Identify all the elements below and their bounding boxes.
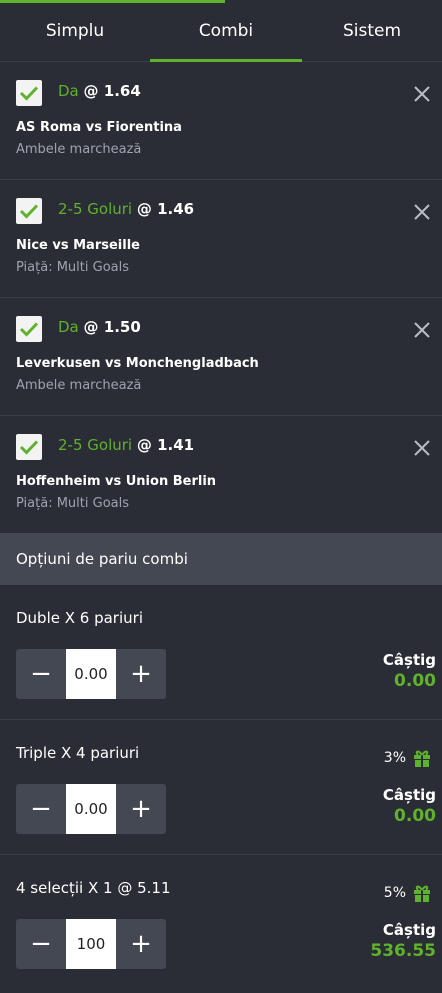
- selection-pick: Da @ 1.64: [58, 82, 141, 100]
- gift-icon: [414, 750, 430, 767]
- selection-checkbox[interactable]: [16, 316, 42, 342]
- bet-type-tabs: Simplu Combi Sistem: [0, 0, 442, 62]
- tab-simplu[interactable]: Simplu: [0, 0, 150, 62]
- payout-value: 0.00: [394, 806, 436, 826]
- selection-item: Da @ 1.50 Leverkusen vs Monchengladbach …: [0, 298, 442, 416]
- bonus-percent: 3%: [383, 750, 406, 766]
- bonus-badge: 3%: [384, 748, 432, 768]
- combo-options-header: Opțiuni de pariu combi: [0, 533, 442, 585]
- market-name: Ambele marchează: [16, 378, 142, 393]
- tab-sistem[interactable]: Sistem: [302, 0, 442, 62]
- selection-pick: Da @ 1.50: [58, 318, 141, 336]
- pick-odds: @ 1.64: [83, 82, 141, 100]
- gift-icon: [414, 885, 430, 902]
- tab-label: Sistem: [342, 21, 402, 41]
- tab-label: Simplu: [45, 21, 105, 41]
- payout-display: Câștig 0.00: [383, 786, 436, 826]
- pick-name: 2-5 Goluri: [58, 436, 133, 454]
- checkmark-icon: [19, 440, 39, 455]
- selection-checkbox[interactable]: [16, 80, 42, 106]
- checkmark-icon: [19, 204, 39, 219]
- stake-stepper: − +: [16, 649, 166, 699]
- bonus-badge: 5%: [384, 883, 432, 903]
- payout-value: 536.55: [370, 941, 436, 961]
- combo-label: Triple X 4 pariuri: [16, 744, 140, 762]
- payout-label: Câștig: [382, 921, 436, 939]
- match-name: AS Roma vs Fiorentina: [16, 120, 182, 135]
- decrease-stake-button[interactable]: −: [16, 784, 66, 834]
- pick-name: Da: [58, 82, 79, 100]
- increase-stake-button[interactable]: +: [116, 649, 166, 699]
- increase-stake-button[interactable]: +: [116, 919, 166, 969]
- checkmark-icon: [19, 322, 39, 337]
- combo-option: Duble X 6 pariuri − + Câștig 0.00: [0, 585, 442, 720]
- market-name: Piață: Multi Goals: [16, 496, 129, 511]
- bonus-percent: 5%: [383, 885, 406, 901]
- match-name: Leverkusen vs Monchengladbach: [16, 356, 259, 371]
- combo-label: 4 selecții X 1 @ 5.11: [16, 879, 171, 897]
- payout-label: Câștig: [382, 786, 436, 804]
- market-name: Piață: Multi Goals: [16, 260, 129, 275]
- match-name: Nice vs Marseille: [16, 238, 140, 253]
- selection-checkbox[interactable]: [16, 434, 42, 460]
- stake-input[interactable]: [66, 649, 116, 699]
- close-icon: [414, 440, 430, 456]
- stake-input[interactable]: [66, 784, 116, 834]
- market-name: Ambele marchează: [16, 142, 142, 157]
- stake-stepper: − +: [16, 784, 166, 834]
- payout-display: Câștig 536.55: [370, 921, 436, 961]
- tab-combi[interactable]: Combi: [150, 0, 302, 62]
- remove-selection-button[interactable]: [408, 198, 436, 226]
- pick-name: Da: [58, 318, 79, 336]
- combo-option: 4 selecții X 1 @ 5.11 5% − + Câștig 536.…: [0, 855, 442, 990]
- pick-odds: @ 1.41: [136, 436, 195, 454]
- remove-selection-button[interactable]: [408, 80, 436, 108]
- match-name: Hoffenheim vs Union Berlin: [16, 474, 217, 489]
- payout-display: Câștig 0.00: [383, 651, 436, 691]
- selection-item: 2-5 Goluri @ 1.46 Nice vs Marseille Piaț…: [0, 180, 442, 298]
- pick-name: 2-5 Goluri: [58, 200, 133, 218]
- payout-label: Câștig: [382, 651, 436, 669]
- close-icon: [414, 204, 430, 220]
- increase-stake-button[interactable]: +: [116, 784, 166, 834]
- remove-selection-button[interactable]: [408, 434, 436, 462]
- selection-pick: 2-5 Goluri @ 1.41: [58, 436, 194, 454]
- pick-odds: @ 1.46: [136, 200, 195, 218]
- decrease-stake-button[interactable]: −: [16, 649, 66, 699]
- combo-label: Duble X 6 pariuri: [16, 609, 143, 627]
- stake-stepper: − +: [16, 919, 166, 969]
- remove-selection-button[interactable]: [408, 316, 436, 344]
- checkmark-icon: [19, 86, 39, 101]
- selection-pick: 2-5 Goluri @ 1.46: [58, 200, 194, 218]
- close-icon: [414, 322, 430, 338]
- tab-label: Combi: [198, 21, 254, 41]
- close-icon: [414, 86, 430, 102]
- selection-item: 2-5 Goluri @ 1.41 Hoffenheim vs Union Be…: [0, 416, 442, 534]
- selection-item: Da @ 1.64 AS Roma vs Fiorentina Ambele m…: [0, 62, 442, 180]
- combo-option: Triple X 4 pariuri 3% − + Câștig 0.00: [0, 720, 442, 855]
- pick-odds: @ 1.50: [83, 318, 141, 336]
- selection-checkbox[interactable]: [16, 198, 42, 224]
- payout-value: 0.00: [394, 671, 436, 691]
- stake-input[interactable]: [66, 919, 116, 969]
- decrease-stake-button[interactable]: −: [16, 919, 66, 969]
